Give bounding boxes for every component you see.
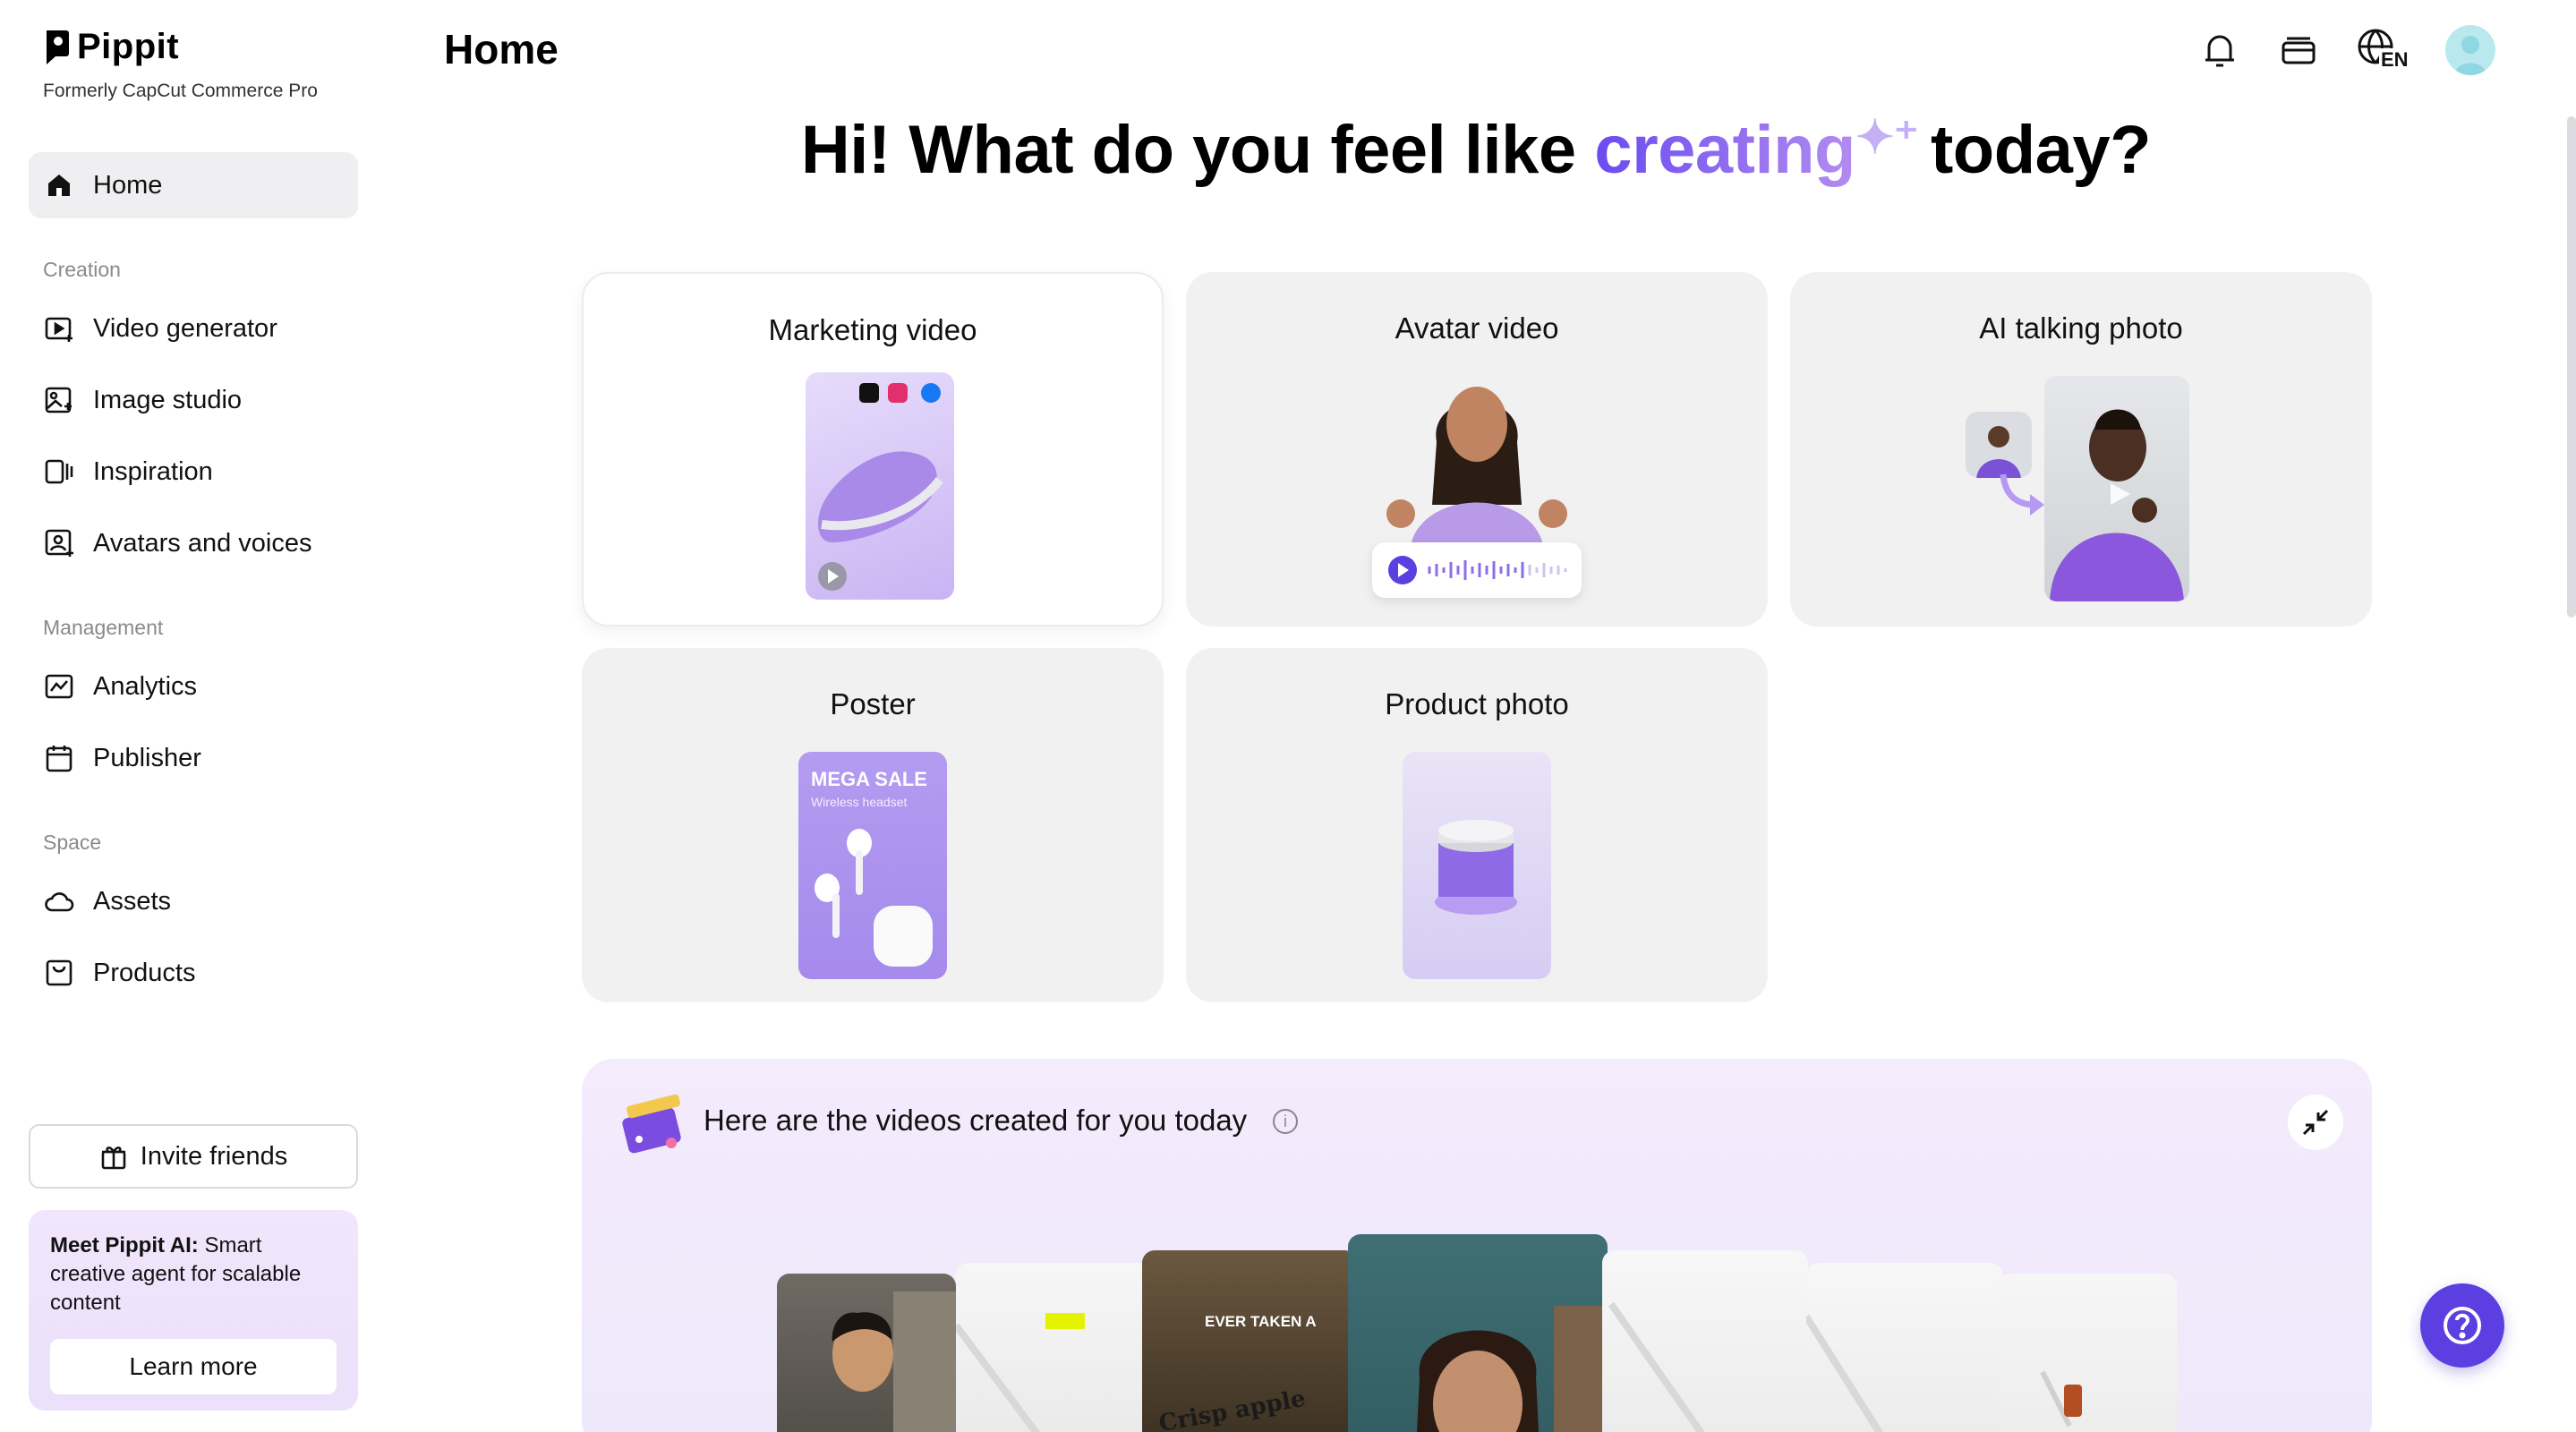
analytics-icon xyxy=(43,670,75,703)
cloud-icon xyxy=(43,885,75,917)
avatar-video-thumbnail xyxy=(1365,371,1589,550)
video-thumbnail[interactable] xyxy=(1806,1263,2003,1432)
card-avatar-video[interactable]: Avatar video xyxy=(1186,272,1768,626)
sidebar-item-home[interactable]: Home xyxy=(29,152,358,218)
sidebar: Pippit Formerly CapCut Commerce Pro Home… xyxy=(0,0,376,1432)
talking-photo-thumbnail xyxy=(2044,376,2189,601)
arrow-icon xyxy=(2000,473,2044,516)
card-ai-talking-photo[interactable]: AI talking photo xyxy=(1790,272,2372,626)
poster-subline: Wireless headset xyxy=(811,795,908,809)
user-avatar[interactable] xyxy=(2445,25,2495,75)
product-box-icon xyxy=(43,957,75,989)
card-marketing-video[interactable]: Marketing video xyxy=(582,272,1164,626)
brand-subtitle: Formerly CapCut Commerce Pro xyxy=(43,81,318,101)
video-caption-bottom: Crisp apple flavo xyxy=(1156,1385,1308,1432)
video-thumbnail[interactable] xyxy=(1998,1274,2177,1432)
learn-more-button[interactable]: Learn more xyxy=(50,1339,337,1394)
promo-text: Meet Pippit AI: Smart creative agent for… xyxy=(50,1232,337,1317)
sidebar-item-products[interactable]: Products xyxy=(29,940,358,1006)
section-label-management: Management xyxy=(43,616,164,639)
collapse-panel-button[interactable] xyxy=(2288,1095,2343,1150)
promo-bold: Meet Pippit AI: xyxy=(50,1233,199,1257)
section-label-space: Space xyxy=(43,831,102,854)
poster-thumbnail: MEGA SALE Wireless headset xyxy=(798,752,947,979)
marketing-video-thumbnail xyxy=(806,372,954,600)
video-generator-icon xyxy=(43,312,75,345)
notifications-bell-icon[interactable] xyxy=(2198,27,2241,73)
clapperboard-icon xyxy=(622,1094,681,1154)
video-thumbnail[interactable] xyxy=(956,1263,1153,1432)
sidebar-item-label: Publisher xyxy=(93,743,201,772)
card-product-photo[interactable]: Product photo xyxy=(1186,648,1768,1002)
sidebar-item-video-generator[interactable]: Video generator xyxy=(29,295,358,362)
invite-friends-button[interactable]: Invite friends xyxy=(29,1124,358,1189)
calendar-icon xyxy=(43,742,75,774)
sidebar-item-analytics[interactable]: Analytics xyxy=(29,653,358,720)
sidebar-item-publisher[interactable]: Publisher xyxy=(29,725,358,791)
page-title: Home xyxy=(444,26,559,72)
pippit-ai-promo: Meet Pippit AI: Smart creative agent for… xyxy=(29,1210,358,1411)
sidebar-item-label: Assets xyxy=(93,886,172,916)
sidebar-item-inspiration[interactable]: Inspiration xyxy=(29,439,358,505)
sidebar-item-label: Video generator xyxy=(93,313,277,343)
card-title: AI talking photo xyxy=(1979,311,2183,345)
sparkle-icon: ✦⁺ xyxy=(1855,112,1919,164)
video-caption-top: EVER TAKEN A xyxy=(1205,1313,1317,1330)
voice-waveform-chip xyxy=(1372,542,1582,598)
card-title: Poster xyxy=(830,687,916,720)
card-title: Product photo xyxy=(1385,687,1569,720)
sidebar-item-avatars-voices[interactable]: Avatars and voices xyxy=(29,510,358,576)
gift-icon xyxy=(101,1146,126,1170)
sidebar-item-label: Home xyxy=(93,170,163,200)
question-icon xyxy=(2444,1307,2481,1344)
video-thumbnail[interactable] xyxy=(777,1274,956,1432)
image-studio-icon xyxy=(43,384,75,416)
video-thumbnail[interactable] xyxy=(1602,1250,1808,1432)
brand-logo[interactable]: Pippit xyxy=(43,27,179,67)
source-photo-thumbnail xyxy=(1966,412,2032,478)
collapse-arrows-icon xyxy=(2302,1109,2329,1136)
hero-accent-word: creating xyxy=(1594,112,1855,188)
header-actions: EN xyxy=(2198,25,2495,75)
pippit-logo-icon xyxy=(47,30,69,64)
daily-videos-panel: Here are the videos created for you toda… xyxy=(582,1059,2372,1432)
page-scrollbar[interactable] xyxy=(2567,116,2576,618)
sidebar-item-assets[interactable]: Assets xyxy=(29,868,358,934)
poster-headline: MEGA SALE xyxy=(811,768,927,790)
hero-heading: Hi! What do you feel like creating✦⁺ toda… xyxy=(376,111,2576,189)
sidebar-item-label: Products xyxy=(93,958,196,987)
credits-stack-icon[interactable] xyxy=(2277,27,2320,73)
sidebar-item-image-studio[interactable]: Image studio xyxy=(29,367,358,433)
invite-friends-label: Invite friends xyxy=(140,1141,288,1171)
info-icon[interactable]: i xyxy=(1273,1109,1298,1134)
sidebar-item-label: Analytics xyxy=(93,671,198,701)
hero-text-after: today? xyxy=(1930,112,2152,188)
card-title: Marketing video xyxy=(768,313,977,346)
brand-name: Pippit xyxy=(77,27,180,66)
inspiration-icon xyxy=(43,456,75,488)
video-thumbnail[interactable] xyxy=(1348,1234,1608,1432)
home-icon xyxy=(43,169,75,201)
language-switcher[interactable]: EN xyxy=(2356,27,2410,73)
card-poster[interactable]: Poster MEGA SALE Wireless headset xyxy=(582,648,1164,1002)
help-button[interactable] xyxy=(2420,1283,2504,1368)
avatar-voice-icon xyxy=(43,527,75,559)
sidebar-item-label: Image studio xyxy=(93,385,243,414)
app-root: Pippit Formerly CapCut Commerce Pro Home… xyxy=(0,0,2576,1432)
panel-title: Here are the videos created for you toda… xyxy=(704,1104,1248,1137)
hero-text-before: Hi! What do you feel like xyxy=(800,112,1595,188)
video-thumbnail[interactable]: EVER TAKEN A Crisp apple flavo xyxy=(1142,1250,1357,1432)
product-photo-thumbnail xyxy=(1403,752,1551,979)
language-code: EN xyxy=(2379,48,2410,72)
card-title: Avatar video xyxy=(1395,311,1559,345)
section-label-creation: Creation xyxy=(43,258,121,281)
sidebar-item-label: Inspiration xyxy=(93,456,213,486)
sidebar-item-label: Avatars and voices xyxy=(93,528,312,558)
